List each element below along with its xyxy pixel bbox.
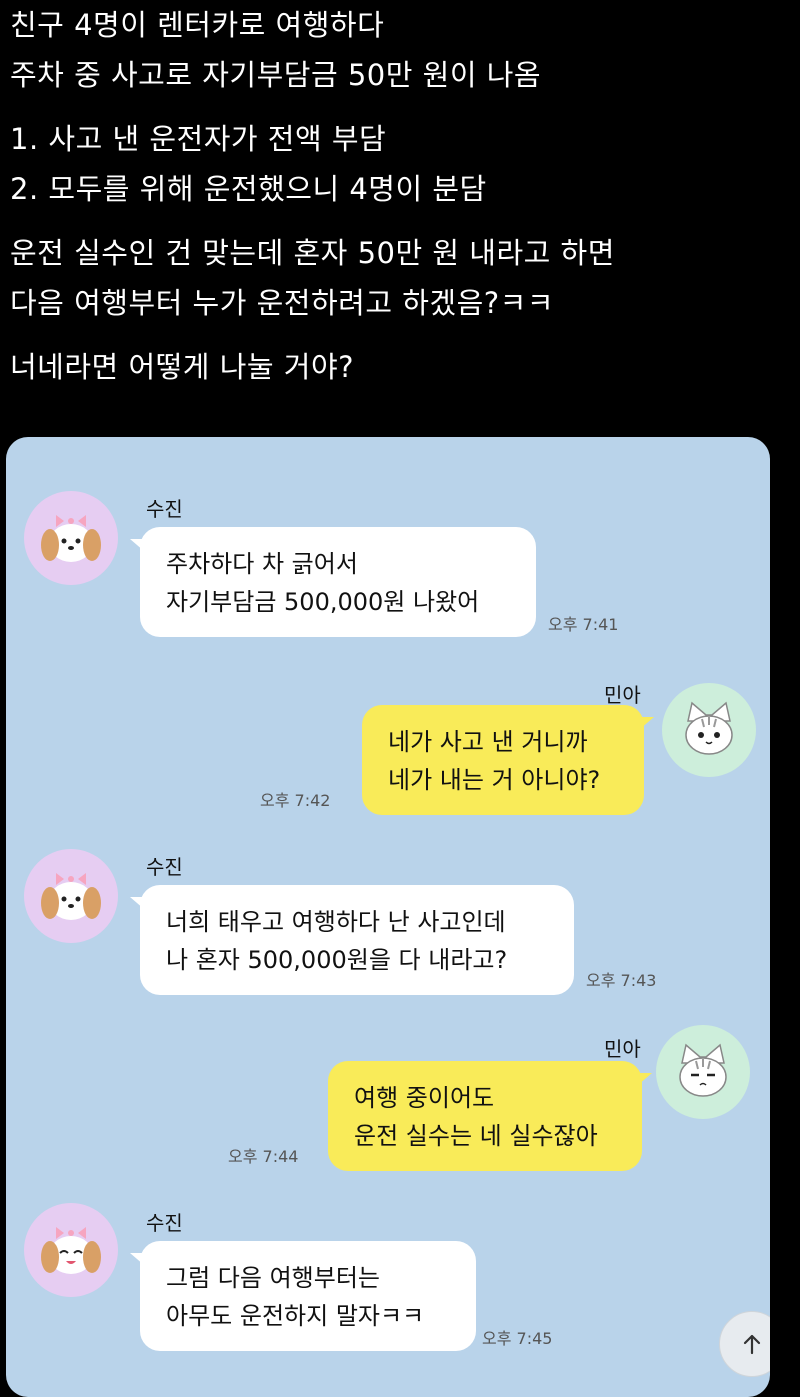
message-bubble[interactable]: 네가 사고 낸 거니까 네가 내는 거 아니야? [362,705,654,815]
intro-line: 다음 여행부터 누가 운전하려고 하겠음?ㅋㅋ [10,286,555,320]
sender-name: 수진 [146,497,183,521]
message-time: 오후 7:44 [228,1147,299,1166]
intro-option-1: 1. 사고 낸 운전자가 전액 부담 [10,122,387,156]
sender-name: 민아 [604,683,641,707]
message-line: 운전 실수는 네 실수잖아 [354,1122,598,1150]
message-line: 아무도 운전하지 말자ㅋㅋ [166,1302,425,1330]
message-time: 오후 7:45 [482,1329,553,1348]
scroll-to-top-button[interactable] [719,1311,770,1377]
post-intro: 친구 4명이 렌터카로 여행하다 주차 중 사고로 자기부담금 50만 원이 나… [10,0,790,392]
message-line: 네가 내는 거 아니야? [388,766,601,794]
message-bubble[interactable]: 너희 태우고 여행하다 난 사고인데 나 혼자 500,000원을 다 내라고? [130,885,574,995]
message-line: 네가 사고 낸 거니까 [388,728,588,756]
message-line: 자기부담금 500,000원 나왔어 [166,588,480,616]
puppy-icon [41,1227,101,1274]
message-line: 주차하다 차 긁어서 [166,550,358,578]
puppy-icon [41,515,101,562]
message-time: 오후 7:42 [260,791,331,810]
intro-line: 친구 4명이 렌터카로 여행하다 [10,8,385,42]
message-bubble[interactable]: 주차하다 차 긁어서 자기부담금 500,000원 나왔어 [130,527,536,637]
kitten-avatar-icon[interactable] [656,1025,750,1119]
intro-line: 운전 실수인 건 맞는데 혼자 50만 원 내라고 하면 [10,236,615,270]
message-time: 오후 7:41 [548,615,619,634]
message-line: 여행 중이어도 [354,1084,495,1112]
message-time: 오후 7:43 [586,971,657,990]
arrow-up-icon [743,1334,761,1355]
chat-panel: 수진 주차하다 차 긁어서 자기부담금 500,000원 나왔어 오후 7:41… [6,437,770,1397]
kitten-icon [685,701,733,755]
intro-option-2: 2. 모두를 위해 운전했으니 4명이 분담 [10,172,487,206]
intro-line: 주차 중 사고로 자기부담금 50만 원이 나옴 [10,58,542,92]
intro-question: 너네라면 어떻게 나눌 거야? [10,350,355,384]
message-line: 너희 태우고 여행하다 난 사고인데 [166,908,506,936]
puppy-icon [41,873,101,920]
sender-name: 수진 [146,1211,183,1235]
puppy-avatar-icon[interactable] [24,1203,118,1297]
puppy-avatar-icon[interactable] [24,491,118,585]
message-bubble[interactable]: 그럼 다음 여행부터는 아무도 운전하지 말자ㅋㅋ [130,1241,476,1351]
puppy-avatar-icon[interactable] [24,849,118,943]
kitten-avatar-icon[interactable] [662,683,756,777]
message-line: 그럼 다음 여행부터는 [166,1264,380,1292]
message-bubble[interactable]: 여행 중이어도 운전 실수는 네 실수잖아 [328,1061,652,1171]
kitten-icon [679,1043,727,1097]
message-line: 나 혼자 500,000원을 다 내라고? [166,946,508,974]
sender-name: 민아 [604,1037,641,1061]
sender-name: 수진 [146,855,183,879]
